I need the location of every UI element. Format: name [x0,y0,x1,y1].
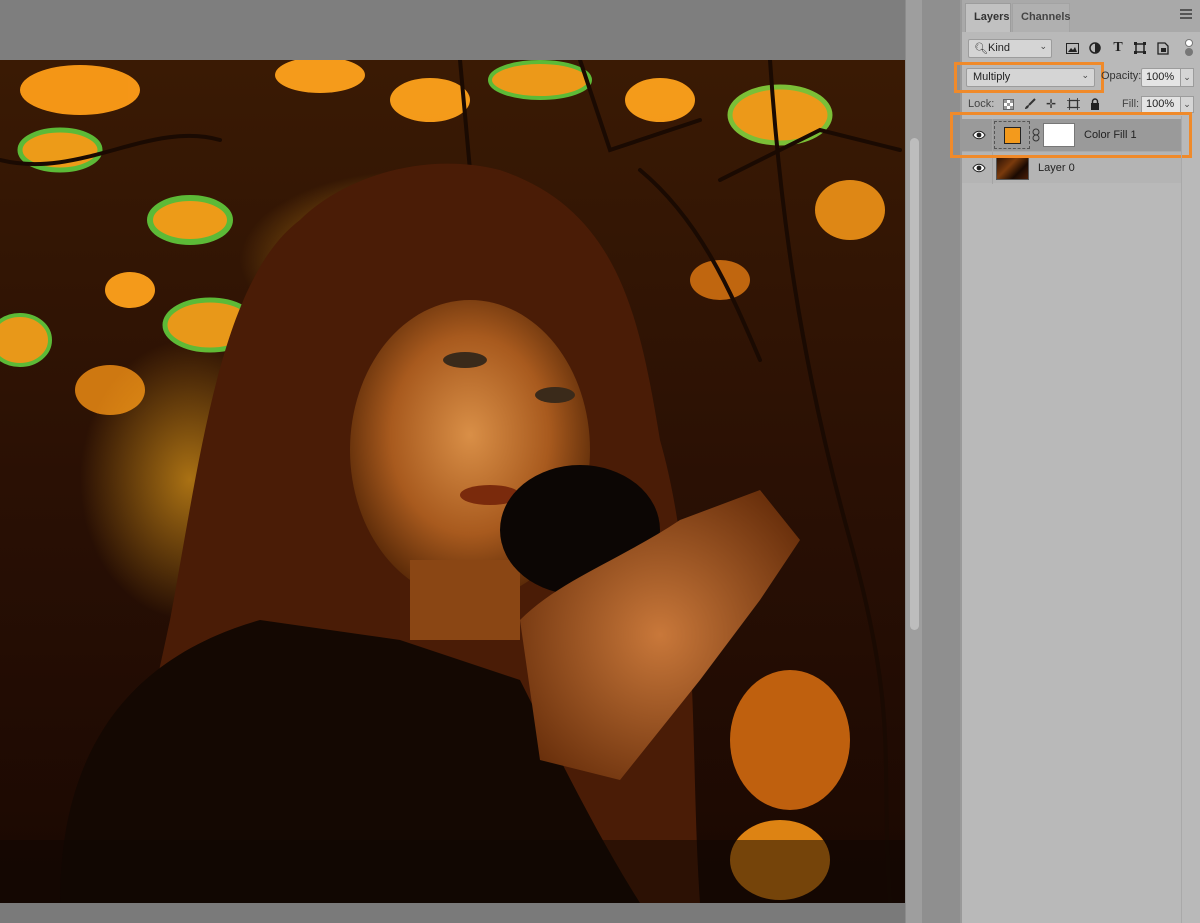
hamburger-menu-icon[interactable] [1180,9,1192,21]
image-filter-icon[interactable] [1064,40,1080,56]
filter-toggle[interactable] [1184,38,1194,58]
type-filter-icon[interactable]: T [1110,40,1126,56]
scrollbar-thumb[interactable] [910,138,919,630]
opacity-label: Opacity: [1101,70,1142,82]
photo-image [0,60,905,903]
layer-highlight [950,112,1192,158]
lock-transparent-icon[interactable] [1000,96,1016,112]
lock-position-icon[interactable]: ✛ [1043,96,1059,112]
lock-all-icon[interactable] [1087,96,1103,112]
layer-name: Layer 0 [1038,162,1075,174]
blend-mode-highlight [954,62,1104,93]
shape-filter-icon[interactable] [1132,40,1148,56]
filter-kind-select[interactable]: 🔍︎ Kind ⌄ [968,39,1052,58]
lock-image-icon[interactable] [1022,96,1038,112]
visibility-eye-icon[interactable] [972,162,986,174]
canvas-bottom-bar [0,903,905,923]
opacity-input[interactable]: 100% [1141,68,1181,87]
smart-object-filter-icon[interactable] [1155,40,1171,56]
lock-label: Lock: [968,98,995,110]
layers-panel: Layers Channels 🔍︎ Kind ⌄ T Multiply ⌄ O… [950,0,1200,923]
search-icon: 🔍︎ [974,43,988,55]
canvas-area [0,0,905,923]
layer-image-thumbnail[interactable] [996,156,1029,180]
panel-divider [1181,116,1182,923]
blend-row: Multiply ⌄ Opacity: 100% ⌄ [954,62,1200,93]
fill-label: Fill: [1122,98,1140,110]
tab-layers[interactable]: Layers [965,3,1011,32]
fill-dropdown[interactable]: ⌄ [1180,96,1194,113]
lock-row: Lock: ✛ Fill: 100% ⌄ [962,95,1200,113]
adjustment-filter-icon[interactable] [1087,40,1103,56]
chevron-down-icon: ⌄ [1039,41,1047,51]
fill-input[interactable]: 100% [1141,96,1181,113]
filter-kind-label: Kind [988,42,1011,54]
panel-tabs: Layers Channels [962,0,1200,32]
tab-channels[interactable]: Channels [1012,3,1071,32]
lock-artboard-icon[interactable] [1065,96,1081,112]
layer-filter-row: 🔍︎ Kind ⌄ T [968,38,1196,60]
opacity-dropdown[interactable]: ⌄ [1180,68,1194,87]
canvas-vertical-scrollbar[interactable] [905,0,922,923]
photo-canvas[interactable] [0,60,905,903]
